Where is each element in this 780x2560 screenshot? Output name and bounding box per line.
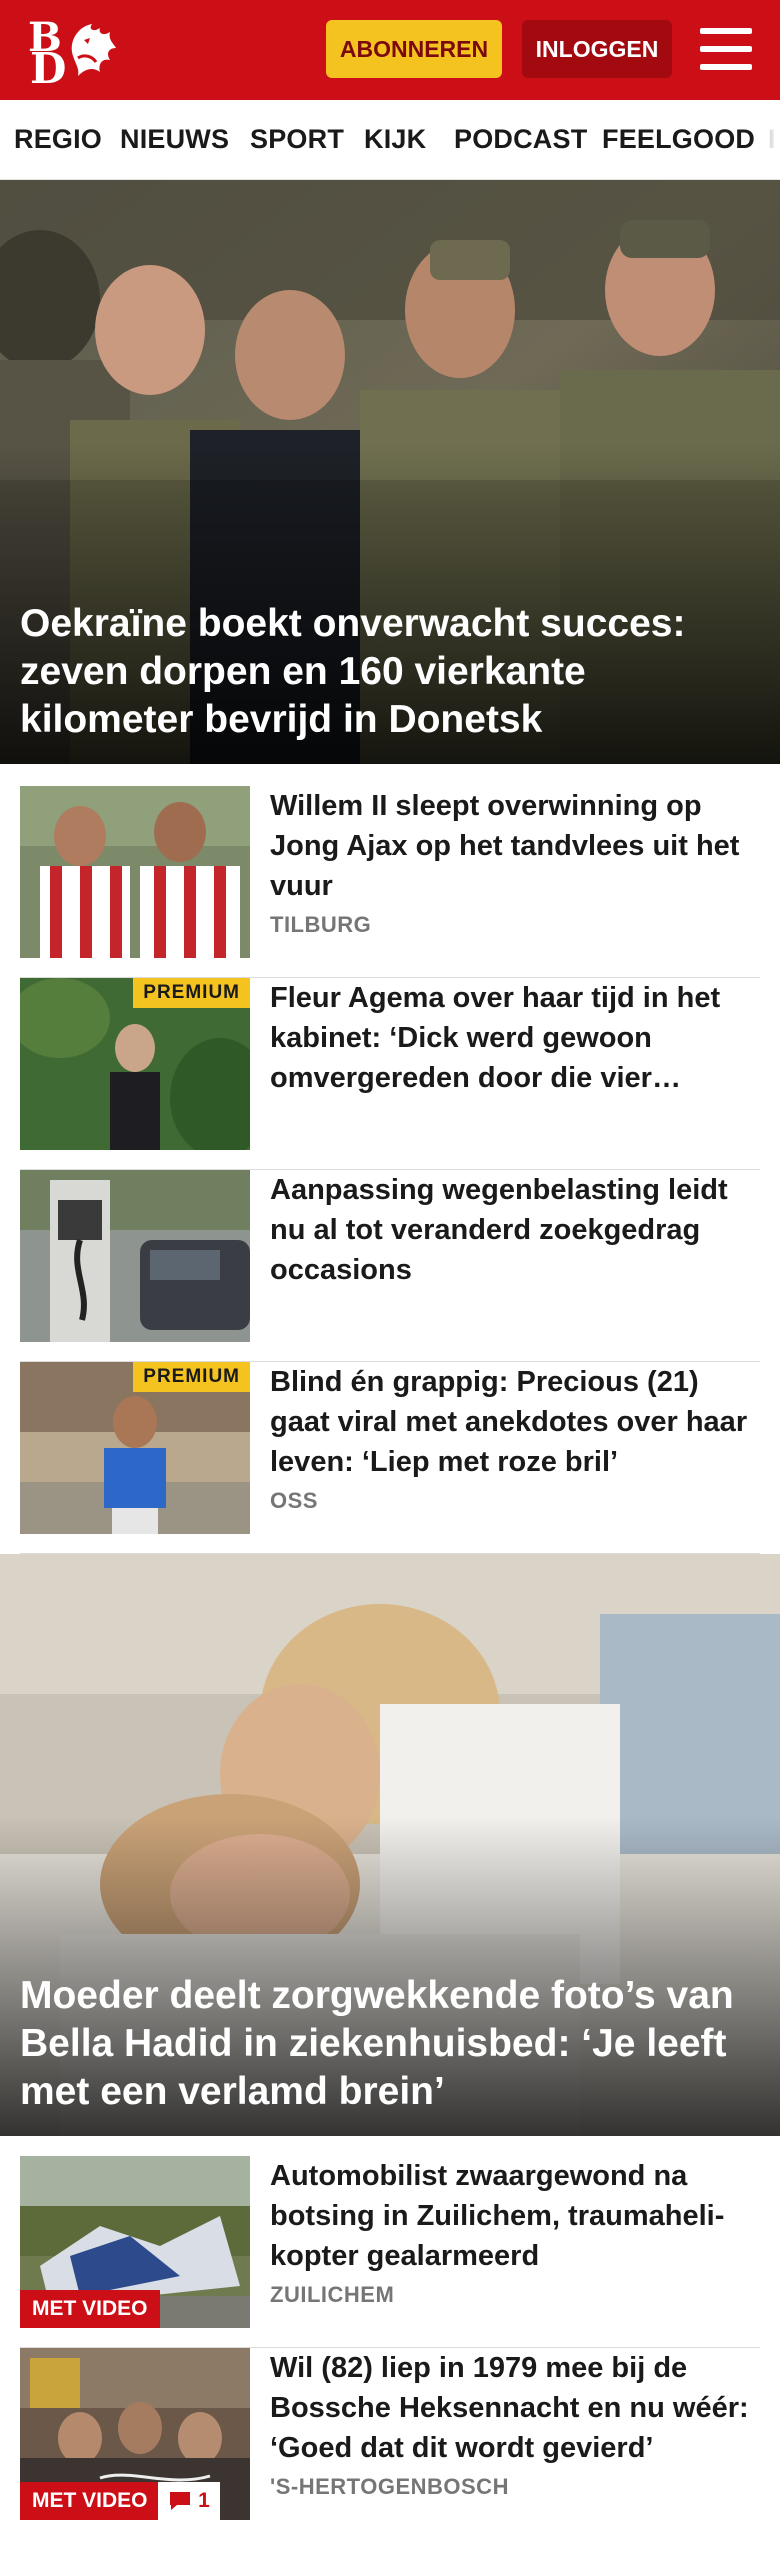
comments-badge[interactable]: 1 bbox=[158, 2482, 220, 2520]
article-thumb: MET VIDEO bbox=[20, 2156, 250, 2328]
article-title[interactable]: Willem II sleept overwinning op Jong Aja… bbox=[270, 786, 760, 906]
article-item-precious[interactable]: PREMIUM Blind én grappig: Precious (21) … bbox=[20, 1362, 760, 1554]
nav-item-nieuws[interactable]: NIEUWS bbox=[120, 124, 229, 155]
site-logo[interactable]: B D bbox=[26, 14, 118, 93]
dragon-emblem-icon bbox=[71, 24, 116, 76]
article-thumb bbox=[20, 786, 250, 958]
article-item-wegenbelasting[interactable]: Aanpassing wegenbelasting leidt nu al to… bbox=[20, 1170, 760, 1362]
article-location: 'S-HERTOGENBOSCH bbox=[270, 2474, 509, 2499]
video-badge: MET VIDEO bbox=[20, 2482, 160, 2520]
article-title[interactable]: Aanpassing wegenbelasting leidt nu al to… bbox=[270, 1170, 760, 1290]
article-item-heksennacht[interactable]: MET VIDEO 1 Wil (82) liep in 1979 mee bi… bbox=[20, 2348, 760, 2526]
comment-bubble-icon bbox=[170, 2492, 191, 2510]
subscribe-button[interactable]: ABONNEREN bbox=[326, 20, 502, 78]
article-title[interactable]: Blind én grappig: Precious (21) gaat vir… bbox=[270, 1362, 760, 1482]
nav-item-regio[interactable]: REGIO bbox=[14, 124, 102, 155]
article-location: ZUILICHEM bbox=[270, 2282, 395, 2307]
comments-count: 1 bbox=[198, 2489, 210, 2512]
hero-article-hadid[interactable]: Moeder deelt zorgwekkende foto’s van Bel… bbox=[0, 1554, 780, 2136]
article-location: OSS bbox=[270, 1488, 318, 1513]
premium-badge: PREMIUM bbox=[133, 1362, 250, 1392]
article-thumb: MET VIDEO 1 bbox=[20, 2348, 250, 2520]
video-badge: MET VIDEO bbox=[20, 2290, 160, 2328]
premium-badge: PREMIUM bbox=[133, 978, 250, 1008]
article-location: TILBURG bbox=[270, 912, 372, 937]
nav-item-podcast[interactable]: PODCAST bbox=[454, 124, 587, 155]
article-item-zuilichem[interactable]: MET VIDEO Automobilist zwaargewond na bo… bbox=[20, 2156, 760, 2348]
article-title[interactable]: Fleur Agema over haar tijd in het kabine… bbox=[270, 978, 760, 1098]
article-item-willem[interactable]: Willem II sleept overwinning op Jong Aja… bbox=[20, 786, 760, 978]
hero-article-ukraine[interactable]: Oekraïne boekt onverwacht succes: zeven … bbox=[0, 180, 780, 764]
hamburger-menu-icon[interactable] bbox=[700, 26, 752, 72]
article-title[interactable]: Wil (82) liep in 1979 mee bij de Bossche… bbox=[270, 2348, 760, 2468]
article-thumb bbox=[20, 1170, 250, 1342]
article-thumb: PREMIUM bbox=[20, 978, 250, 1150]
nav-item-sport[interactable]: SPORT bbox=[250, 124, 344, 155]
site-header: B D ABONNEREN INLOGGEN bbox=[0, 0, 780, 100]
article-title[interactable]: Automobilist zwaargewond na botsing in Z… bbox=[270, 2156, 760, 2276]
section-nav: REGIO NIEUWS SPORT KIJK PODCAST FEELGOOD… bbox=[0, 100, 780, 180]
nav-fade bbox=[752, 100, 780, 179]
nav-item-kijk[interactable]: KIJK bbox=[364, 124, 426, 155]
article-item-agema[interactable]: PREMIUM Fleur Agema over haar tijd in he… bbox=[20, 978, 760, 1170]
article-thumb: PREMIUM bbox=[20, 1362, 250, 1534]
login-button[interactable]: INLOGGEN bbox=[522, 20, 672, 78]
logo-letter-d: D bbox=[30, 44, 67, 93]
hero-headline[interactable]: Moeder deelt zorgwekkende foto’s van Bel… bbox=[20, 1972, 750, 2116]
nav-item-feelgood[interactable]: FEELGOOD bbox=[602, 124, 755, 155]
hero-headline[interactable]: Oekraïne boekt onverwacht succes: zeven … bbox=[20, 600, 750, 744]
